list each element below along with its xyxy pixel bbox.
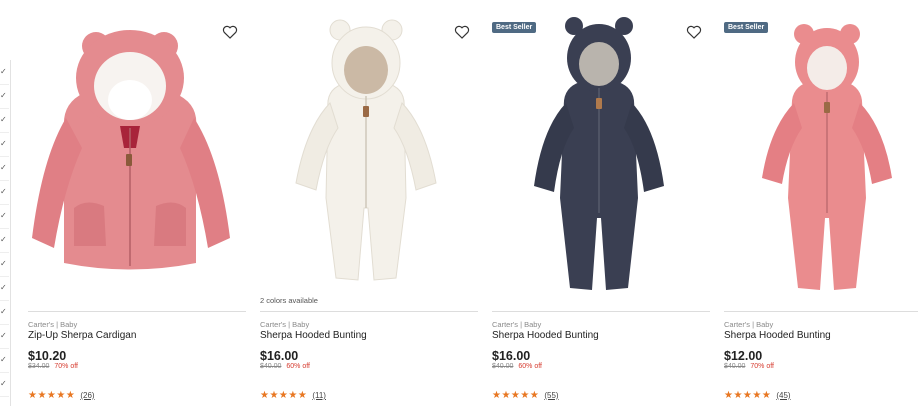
filter-checkmark-icon[interactable]: ✓: [0, 84, 9, 109]
discount-label: 60% off: [518, 363, 542, 370]
product-rating: ★★★★★ (11): [260, 390, 326, 401]
price-comparison: $40.00 60% off: [492, 363, 542, 370]
star-rating-icon: ★★★★★: [724, 390, 772, 401]
original-price: $40.00: [492, 363, 514, 370]
review-count-link[interactable]: (45): [776, 391, 790, 400]
filter-checkmark-icon[interactable]: ✓: [0, 252, 9, 277]
colors-available-text: 2 colors available: [260, 296, 318, 305]
review-count-link[interactable]: (55): [544, 391, 558, 400]
product-price: $16.00: [260, 349, 299, 363]
filter-checkmark-icon[interactable]: ✓: [0, 132, 9, 157]
product-image-white-sherpa-bunting[interactable]: [256, 8, 478, 293]
discount-label: 70% off: [54, 363, 78, 370]
filter-checkmark-icon[interactable]: ✓: [0, 348, 9, 373]
original-price: $40.00: [724, 363, 746, 370]
product-rating: ★★★★★ (26): [28, 390, 95, 401]
filter-sidebar-edge: ✓ ✓ ✓ ✓ ✓ ✓ ✓ ✓ ✓ ✓ ✓ ✓ ✓ ✓: [0, 60, 11, 406]
product-listing-page: ✓ ✓ ✓ ✓ ✓ ✓ ✓ ✓ ✓ ✓ ✓ ✓ ✓ ✓ Carter's | B…: [0, 0, 918, 406]
card-divider: [260, 311, 478, 312]
filter-checkmark-icon[interactable]: ✓: [0, 156, 9, 181]
product-image-pink-sherpa-bunting[interactable]: [720, 8, 918, 293]
product-brand: Carter's | Baby: [28, 320, 78, 329]
filter-checkmark-icon[interactable]: ✓: [0, 108, 9, 133]
product-card[interactable]: Best Seller Carter's | Baby Sherpa Hoode…: [488, 0, 710, 406]
product-image-pink-sherpa-cardigan[interactable]: [24, 8, 246, 293]
card-divider: [492, 311, 710, 312]
product-image-navy-sherpa-bunting[interactable]: [488, 8, 710, 293]
review-count-link[interactable]: (11): [312, 391, 326, 400]
discount-label: 70% off: [750, 363, 774, 370]
product-brand: Carter's | Baby: [492, 320, 542, 329]
heart-icon[interactable]: [222, 24, 238, 40]
price-comparison: $40.00 70% off: [724, 363, 774, 370]
filter-checkmark-icon[interactable]: ✓: [0, 372, 9, 397]
review-count-link[interactable]: (26): [80, 391, 94, 400]
discount-label: 60% off: [286, 363, 310, 370]
price-comparison: $40.00 60% off: [260, 363, 310, 370]
price-comparison: $34.00 70% off: [28, 363, 78, 370]
product-card[interactable]: 2 colors available Carter's | Baby Sherp…: [256, 0, 478, 406]
star-rating-icon: ★★★★★: [260, 390, 308, 401]
product-price: $10.20: [28, 349, 67, 363]
heart-icon[interactable]: [686, 24, 702, 40]
product-name-link[interactable]: Sherpa Hooded Bunting: [260, 330, 367, 341]
star-rating-icon: ★★★★★: [492, 390, 540, 401]
product-grid: Carter's | Baby Zip-Up Sherpa Cardigan $…: [20, 0, 918, 406]
filter-checkmark-icon[interactable]: ✓: [0, 228, 9, 253]
filter-checkmark-icon[interactable]: ✓: [0, 180, 9, 205]
filter-checkmark-icon[interactable]: ✓: [0, 276, 9, 301]
card-divider: [724, 311, 918, 312]
product-name-link[interactable]: Sherpa Hooded Bunting: [724, 330, 831, 341]
original-price: $40.00: [260, 363, 282, 370]
filter-checkmark-icon[interactable]: ✓: [0, 204, 9, 229]
best-seller-badge: Best Seller: [724, 22, 769, 33]
best-seller-badge: Best Seller: [492, 22, 537, 33]
product-name-link[interactable]: Zip-Up Sherpa Cardigan: [28, 330, 136, 341]
original-price: $34.00: [28, 363, 50, 370]
product-price: $16.00: [492, 349, 531, 363]
filter-checkmark-icon[interactable]: ✓: [0, 324, 9, 349]
star-rating-icon: ★★★★★: [28, 390, 76, 401]
product-brand: Carter's | Baby: [260, 320, 310, 329]
product-brand: Carter's | Baby: [724, 320, 774, 329]
product-card[interactable]: Best Seller Carter's | Baby Sherpa Hoode…: [720, 0, 918, 406]
product-rating: ★★★★★ (55): [492, 390, 559, 401]
card-divider: [28, 311, 246, 312]
filter-checkmark-icon[interactable]: ✓: [0, 60, 9, 85]
product-price: $12.00: [724, 349, 763, 363]
filter-checkmark-icon[interactable]: ✓: [0, 300, 9, 325]
heart-icon[interactable]: [454, 24, 470, 40]
product-rating: ★★★★★ (45): [724, 390, 791, 401]
product-name-link[interactable]: Sherpa Hooded Bunting: [492, 330, 599, 341]
product-card[interactable]: Carter's | Baby Zip-Up Sherpa Cardigan $…: [24, 0, 246, 406]
